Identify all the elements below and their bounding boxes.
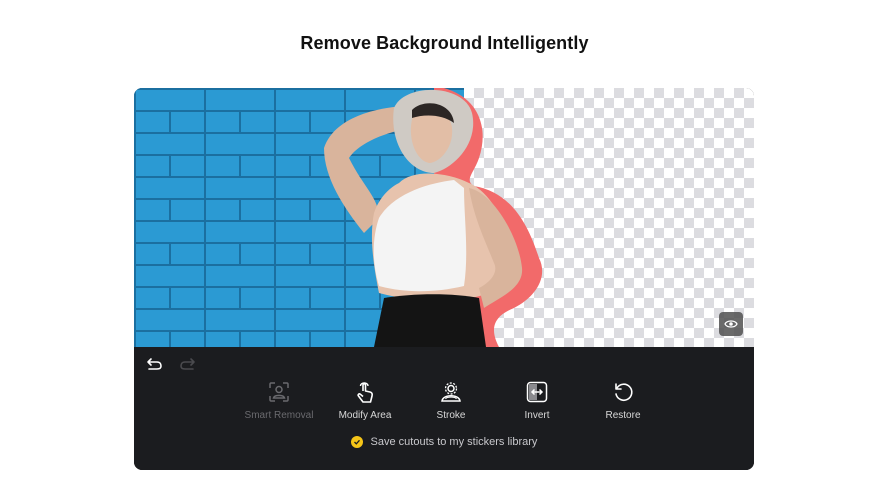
save-cutouts-checkbox[interactable]: Save cutouts to my stickers library — [134, 436, 754, 448]
editor-card: Smart Removal Modify Area Stroke Invert … — [134, 88, 754, 470]
invert-button[interactable]: Invert — [497, 379, 577, 421]
tool-row: Smart Removal Modify Area Stroke Invert … — [239, 379, 659, 429]
redo-button[interactable] — [178, 356, 196, 372]
person-scan-icon — [269, 382, 289, 402]
redo-icon — [180, 358, 195, 370]
modify-area-label: Modify Area — [338, 410, 392, 421]
checkmark-icon — [350, 436, 363, 448]
restore-label: Restore — [605, 410, 641, 421]
subject-cutout — [324, 88, 543, 347]
save-cutouts-label: Save cutouts to my stickers library — [370, 436, 538, 448]
preview-toggle-button[interactable] — [719, 312, 743, 336]
eye-icon — [724, 320, 738, 328]
page-title: Remove Background Intelligently — [300, 33, 589, 53]
image-canvas[interactable] — [134, 88, 754, 347]
restore-button[interactable]: Restore — [583, 379, 663, 421]
hand-pointer-icon — [357, 382, 373, 403]
stroke-button[interactable]: Stroke — [411, 379, 491, 421]
modify-area-button[interactable]: Modify Area — [325, 379, 405, 421]
undo-icon — [147, 358, 162, 370]
invert-icon — [526, 381, 548, 403]
restore-icon — [615, 383, 633, 401]
stroke-label: Stroke — [436, 410, 466, 421]
skirt — [374, 294, 486, 347]
invert-label: Invert — [524, 410, 550, 421]
person-outline-icon — [441, 382, 461, 402]
bottom-toolbar: Smart Removal Modify Area Stroke Invert … — [134, 347, 754, 470]
smart-removal-button[interactable]: Smart Removal — [239, 379, 319, 421]
undo-button[interactable] — [146, 356, 164, 372]
smart-removal-label: Smart Removal — [244, 410, 314, 421]
